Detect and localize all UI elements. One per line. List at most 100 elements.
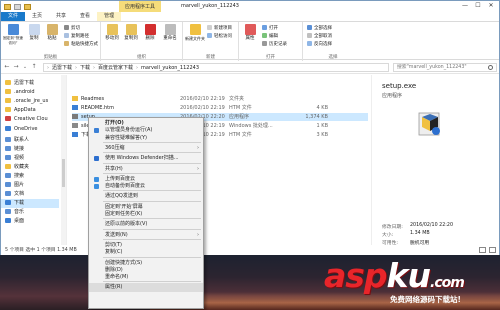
address-bar[interactable]: › 迅雷下载 › 下载 › 百度云管家下载 › marvell_yukon_11… — [43, 63, 389, 72]
copy-path-button[interactable]: 复制路径 — [64, 33, 89, 39]
properties-button[interactable]: 属性 — [241, 24, 259, 41]
invert-selection-button[interactable]: 反向选择 — [307, 41, 332, 47]
watermark: aspku.com 免费网络源码下载站! — [318, 256, 498, 308]
sidebar-item[interactable]: OneDrive — [5, 125, 38, 134]
sidebar-item-label: 下载 — [14, 200, 25, 206]
sidebar-item[interactable]: .android — [5, 88, 35, 97]
rename-button[interactable]: 重命名 — [161, 24, 179, 41]
sidebar-item[interactable]: 视频 — [5, 154, 24, 163]
sidebar-item[interactable]: 链接 — [5, 145, 24, 154]
watermark-logo: aspku.com — [324, 256, 465, 295]
back-arrow-icon[interactable]: ← — [3, 63, 11, 71]
sidebar-item[interactable]: 搜索 — [5, 172, 24, 181]
file-row[interactable]: Readmes 2016/02/10 22:19 文件夹 — [72, 95, 368, 103]
tab-manage[interactable]: 管理 — [97, 12, 122, 21]
sidebar-item-label: 桌面 — [14, 218, 25, 224]
sidebar-item-label: 链接 — [14, 146, 25, 152]
open-button[interactable]: 打开 — [262, 25, 278, 31]
select-all-button[interactable]: 全部选择 — [307, 25, 332, 31]
breadcrumb-3[interactable]: marvell_yukon_112243 — [141, 65, 199, 71]
sidebar-item[interactable]: 桌面 — [5, 217, 24, 226]
preview-file-name: setup.exe — [382, 82, 417, 90]
copy-to-button[interactable]: 复制到 — [122, 24, 140, 41]
sidebar-item[interactable]: 图片 — [5, 181, 24, 190]
preview-size-label: 大小: — [382, 233, 394, 238]
cut-button[interactable]: 剪切 — [64, 25, 80, 31]
sidebar-item[interactable]: .oracle_jre_us — [5, 97, 48, 106]
sidebar-item-label: 搜索 — [14, 173, 25, 179]
sidebar-item-label: AppData — [14, 107, 36, 113]
new-folder-button[interactable]: 新建文件夹 — [185, 24, 205, 42]
menu-separator — [103, 218, 201, 220]
details-view-icon[interactable] — [479, 247, 486, 253]
sidebar-item[interactable]: 音乐 — [5, 208, 24, 217]
history-icon — [262, 41, 267, 46]
recent-chevron-icon[interactable]: ⌄ — [21, 63, 29, 71]
file-row[interactable]: README.htm 2016/02/10 22:19 HTM 文件 4 KB — [72, 104, 368, 112]
cloud-sync-icon — [94, 184, 99, 190]
up-arrow-icon[interactable]: ↑ — [30, 63, 38, 71]
folder-icon — [5, 137, 11, 142]
sidebar-item[interactable]: 下载 — [1, 199, 59, 208]
sidebar-item[interactable]: Creative Clou — [5, 115, 48, 124]
sidebar-item[interactable]: 收藏夹 — [5, 163, 29, 172]
folder-icon — [5, 80, 11, 85]
edit-button[interactable]: 编辑 — [262, 33, 278, 39]
pin-quick-access-button[interactable]: 固定到“快速访问” — [3, 24, 23, 46]
sidebar-scroll-thumb[interactable] — [62, 159, 65, 187]
easy-access-button[interactable]: 轻松访问 — [207, 33, 232, 39]
tab-file[interactable]: 文件 — [1, 12, 26, 21]
preview-modified-value: 2016/02/10 22:20 — [410, 223, 453, 228]
folder-icon — [5, 126, 11, 131]
context-menu-item-label: 复制(C) — [105, 249, 123, 256]
select-none-button[interactable]: 全部取消 — [307, 33, 332, 39]
sidebar-item[interactable]: 迅雷下载 — [5, 79, 34, 88]
organize-group: 移动到 复制到 删除 重命名 组织 — [101, 22, 183, 61]
copy-button[interactable]: 复制 — [25, 24, 43, 41]
menu-separator — [103, 238, 201, 240]
new-folder-icon — [189, 24, 201, 35]
context-menu-item-label: 上传到百度云 — [105, 175, 136, 182]
ribbon: 固定到“快速访问” 复制 粘贴 剪切 复制路径 粘贴快捷方式 剪贴板 移动到 复… — [1, 21, 499, 61]
breadcrumb-0[interactable]: 迅雷下载 — [52, 64, 72, 71]
maximize-button[interactable]: ☐ — [472, 2, 484, 10]
context-menu-item-label: 发送到(N) — [105, 231, 128, 238]
context-menu-item[interactable]: 属性(R) — [89, 283, 203, 293]
tab-view[interactable]: 查看 — [73, 12, 97, 21]
new-item-icon — [207, 25, 212, 30]
sidebar-item[interactable]: AppData — [5, 106, 36, 115]
rename-icon — [164, 24, 176, 35]
tab-home[interactable]: 主页 — [25, 12, 49, 21]
context-menu-item-label: 固定到任务栏(K) — [105, 211, 143, 217]
sidebar-item[interactable]: 文档 — [5, 190, 24, 199]
properties-quick-icon[interactable] — [14, 3, 21, 10]
history-button[interactable]: 历史记录 — [262, 41, 287, 47]
close-button[interactable]: ✕ — [485, 2, 497, 10]
new-item-button[interactable]: 新建项目 — [207, 25, 232, 31]
file-icon — [72, 132, 78, 137]
copy-icon — [28, 24, 40, 35]
file-size: 1,374 KB — [305, 114, 328, 120]
delete-button[interactable]: 删除 — [141, 24, 159, 41]
sidebar-item[interactable]: 联系人 — [5, 136, 29, 145]
minimize-button[interactable]: — — [459, 2, 471, 10]
window-title: marvell_yukon_112243 — [181, 3, 239, 9]
forward-arrow-icon[interactable]: → — [12, 63, 20, 71]
paste-button[interactable]: 粘贴 — [43, 24, 61, 41]
ribbon-tabs: 文件 主页 共享 查看 管理 — [1, 12, 499, 21]
tab-share[interactable]: 共享 — [49, 12, 73, 21]
new-folder-quick-icon[interactable] — [24, 3, 31, 10]
move-to-button[interactable]: 移动到 — [103, 24, 121, 41]
sidebar-item-label: OneDrive — [14, 126, 38, 132]
sidebar-item-label: 图片 — [14, 182, 25, 188]
large-icons-view-icon[interactable] — [489, 247, 496, 253]
select-none-icon — [307, 33, 312, 38]
paste-shortcut-button[interactable]: 粘贴快捷方式 — [64, 41, 98, 47]
context-menu-item-label: 通过QQ发送到 — [105, 193, 138, 200]
address-bar-row: ← → ⌄ ↑ › 迅雷下载 › 下载 › 百度云管家下载 › marvell_… — [1, 61, 499, 74]
breadcrumb-2[interactable]: 百度云管家下载 — [98, 64, 133, 71]
file-icon — [72, 114, 78, 119]
breadcrumb-1[interactable]: 下载 — [80, 64, 90, 71]
context-menu-item-label: 删除(D) — [105, 266, 123, 273]
search-input[interactable]: 搜索"marvell_yukon_112243" — [393, 63, 497, 72]
